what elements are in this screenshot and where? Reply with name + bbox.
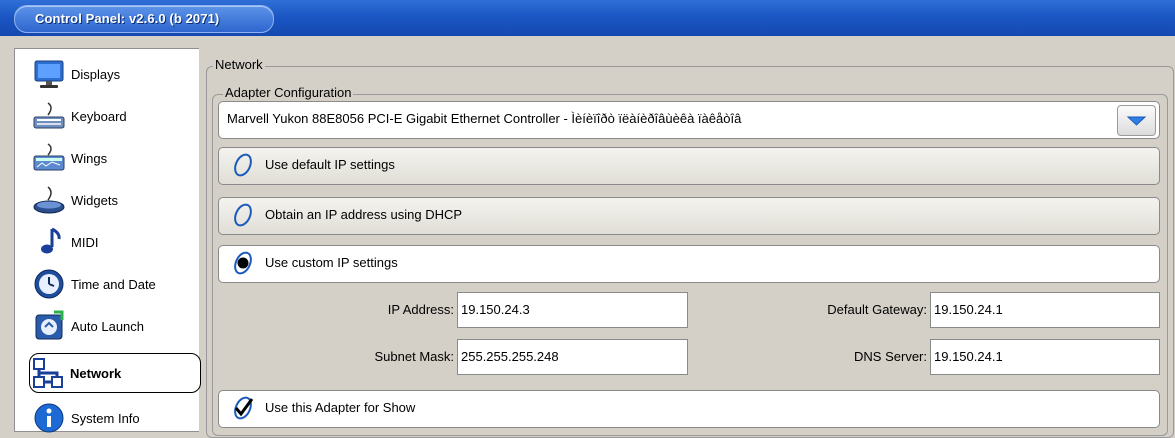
sidebar-item-widgets[interactable]: Widgets: [19, 181, 203, 219]
sidebar-item-displays[interactable]: Displays: [19, 55, 203, 93]
option-label: Obtain an IP address using DHCP: [265, 207, 463, 222]
option-custom-ip[interactable]: Use custom IP settings: [218, 245, 1160, 283]
ip-address-input[interactable]: 19.150.24.3: [457, 292, 688, 328]
option-label: Use custom IP settings: [265, 255, 398, 270]
widget-icon: [31, 182, 67, 218]
radio-unselected-icon[interactable]: [229, 202, 259, 228]
network-icon: [30, 355, 66, 391]
sidebar-item-label: Wings: [71, 150, 108, 166]
adapter-select-value: Marvell Yukon 88E8056 PCI-E Gigabit Ethe…: [227, 111, 742, 126]
sidebar-item-system-info[interactable]: System Info: [19, 399, 203, 437]
sidebar-item-label: MIDI: [71, 234, 99, 250]
sidebar-item-midi[interactable]: MIDI: [19, 223, 203, 261]
wing-icon: [31, 140, 67, 176]
sidebar-item-label: Time and Date: [71, 276, 156, 292]
info-icon: [31, 400, 67, 436]
monitor-icon: [31, 56, 67, 92]
window-title: Control Panel: v2.6.0 (b 2071): [35, 11, 220, 26]
option-default-ip[interactable]: Use default IP settings: [218, 147, 1160, 185]
sidebar-item-label: Widgets: [71, 192, 118, 208]
sidebar-item-label: System Info: [71, 410, 140, 426]
default-gateway-label: Default Gateway:: [827, 302, 927, 317]
auto-launch-icon: [31, 308, 67, 344]
use-adapter-for-show[interactable]: Use this Adapter for Show: [218, 390, 1160, 428]
sidebar-item-label: Auto Launch: [71, 318, 145, 334]
title-tab[interactable]: Control Panel: v2.6.0 (b 2071): [14, 5, 274, 33]
adapter-select[interactable]: Marvell Yukon 88E8056 PCI-E Gigabit Ethe…: [218, 101, 1160, 139]
title-bar: Control Panel: v2.6.0 (b 2071): [0, 0, 1175, 36]
dns-server-label: DNS Server:: [854, 349, 927, 364]
sidebar: Displays Keyboard Wings Widgets MIDI Tim…: [14, 48, 201, 433]
sidebar-item-label: Keyboard: [71, 108, 127, 124]
option-label: Use default IP settings: [265, 157, 395, 172]
option-label: Use this Adapter for Show: [265, 400, 416, 415]
sidebar-item-time-and-date[interactable]: Time and Date: [19, 265, 203, 303]
option-dhcp[interactable]: Obtain an IP address using DHCP: [218, 197, 1160, 235]
default-gateway-input[interactable]: 19.150.24.1: [930, 292, 1160, 328]
sidebar-item-label: Network: [70, 365, 122, 381]
ip-address-label: IP Address:: [387, 302, 454, 317]
subnet-mask-input[interactable]: 255.255.255.248: [457, 339, 688, 375]
sidebar-item-keyboard[interactable]: Keyboard: [19, 97, 203, 135]
keyboard-icon: [31, 98, 67, 134]
clock-icon: [31, 266, 67, 302]
dropdown-button[interactable]: [1117, 105, 1156, 136]
radio-selected-icon[interactable]: [229, 250, 259, 276]
adapter-config-title: Adapter Configuration: [223, 85, 354, 100]
network-group-title: Network: [213, 57, 265, 72]
sidebar-item-wings[interactable]: Wings: [19, 139, 203, 177]
dns-server-input[interactable]: 19.150.24.1: [930, 339, 1160, 375]
sidebar-item-label: Displays: [71, 66, 121, 82]
music-note-icon: [31, 224, 67, 260]
sidebar-item-network[interactable]: Network: [29, 353, 201, 393]
radio-unselected-icon[interactable]: [229, 152, 259, 178]
checkmark-icon[interactable]: [229, 395, 259, 421]
sidebar-item-auto-launch[interactable]: Auto Launch: [19, 307, 203, 345]
chevron-down-icon: [1126, 116, 1147, 126]
subnet-mask-label: Subnet Mask:: [374, 349, 455, 364]
